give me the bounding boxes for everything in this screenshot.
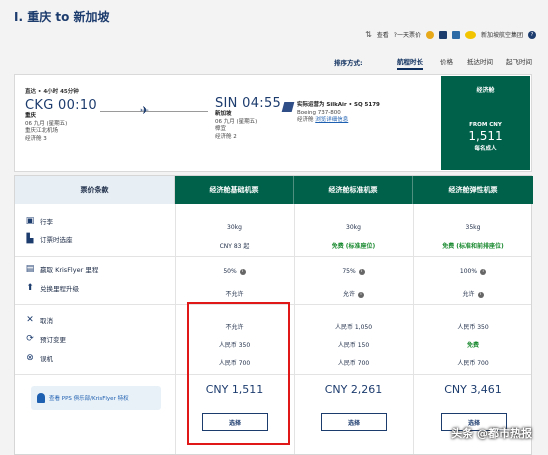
flex-baggage: 35kg [465,224,481,231]
standard-change: 人民币 150 [337,342,370,349]
fare-tile-per: 每名成人 [474,146,497,152]
select-standard-button[interactable]: 选择 [321,413,387,431]
condition-header: 票价条款 [15,176,175,204]
calendar-icon[interactable]: ⇅ [365,30,372,39]
row-seat: ▙ 订票时选座 [26,234,73,244]
highlight-box [187,302,290,445]
sort-option-price[interactable]: 价格 [440,56,453,66]
depart-airport: 重庆江北机场 [25,128,59,134]
cabin-label: 经济舱 [297,117,314,123]
arrival-block: . SIN 04:55 新加坡 06 九月 (星期五) 樟宜 经济舱 2 [215,87,281,141]
sort-option-arrival[interactable]: 抵达时间 [467,56,493,66]
silkair-logo-icon [281,102,295,112]
star-alliance-icon [425,30,434,39]
krisflyer-privileges-label: 查看 PPS 俱乐部/KrisFlyer 特权 [49,396,129,402]
fare-tile-amount: 1,511 [468,129,503,143]
standard-price: CNY 2,261 [324,383,383,396]
row-cancel: ✕ 取消 [26,315,53,325]
flex-miles: 100% [459,268,478,275]
airline-group-text[interactable]: 新加坡航空集团 [481,30,523,39]
route-line [100,111,208,112]
arrive-airport: 樟宜 [215,126,227,132]
info-icon[interactable]: i [239,268,246,275]
plane-icon: ✈ [140,104,150,117]
view-text: 查看 [376,32,389,39]
krisflyer-privileges-button[interactable]: 查看 PPS 俱乐部/KrisFlyer 特权 [31,386,161,410]
basic-miles: 50% [223,268,237,275]
upgrade-icon: ⬆ [26,283,34,293]
sort-bar: 排序方式: 航程时长 价格 抵达时间 起飞时间 [0,50,548,70]
fare-tile-from: FROM CNY [469,122,502,128]
standard-cancel: 人民币 1,050 [334,324,373,331]
depart-time: CKG 00:10 [25,98,97,113]
row-noshow: ⊗ 误机 [26,353,53,363]
flex-noshow: 人民币 700 [457,360,489,367]
noshow-icon: ⊗ [26,353,34,363]
arrive-terminal: 经济舱 2 [215,133,237,140]
aircraft-text: Boeing 737-800 [297,109,341,116]
top-utility-bar: ⇅ 查看 ?一天票价 新加坡航空集团 ? [0,26,548,44]
watermark: 头条 @都市热报 [451,427,532,440]
sort-label: 排序方式: [334,59,363,67]
change-icon: ⟳ [26,334,34,344]
standard-miles: 75% [342,268,356,275]
page-title: I. 重庆 to 新加坡 [14,10,110,24]
standard-noshow: 人民币 700 [337,360,370,367]
row-upgrade: ⬆ 兑换里程升级 [26,283,79,293]
row-miles: ▤ 赢取 KrisFlyer 里程 [25,264,99,274]
info-icon[interactable]: i [480,268,487,275]
operator-text: 实际运营为 SilkAir • SQ 5179 [297,102,380,108]
info-icon[interactable]: i [358,268,365,275]
prev-day-fare-text[interactable]: ?一天票价 [394,30,421,39]
arrive-date: 06 九月 (星期五) [215,118,258,125]
seat-icon: ▙ [26,234,34,244]
basic-upgrade: 不允许 [225,291,244,298]
help-icon[interactable]: ? [528,30,536,39]
basic-seat: CNY 83 起 [219,243,250,250]
info-icon[interactable]: i [358,291,364,298]
flight-details-link[interactable]: 浏览详细信息 [315,117,348,123]
row-baggage: ▣ 行李 [25,216,53,226]
column-header-flex: 经济舱弹性机票 [413,176,533,204]
cancel-icon: ✕ [26,315,34,325]
depart-city: 重庆 [25,113,37,119]
standard-baggage: 30kg [346,224,361,231]
depart-date: 06 九月 (星期五) [25,120,68,127]
flex-price: CNY 3,461 [444,383,502,396]
depart-terminal: 经济舱 3 [25,135,47,142]
sort-option-duration[interactable]: 航程时长 [397,56,423,70]
flex-change: 免费 [466,342,479,349]
arrive-city: 新加坡 [215,111,232,117]
krisflyer-icon: ▤ [25,264,35,274]
flex-upgrade: 允许 [462,291,475,298]
standard-seat: 免费 (标准座位) [331,243,376,250]
standard-upgrade: 允许 [342,291,355,298]
flex-seat: 免费 (标准和前排座位) [442,243,504,250]
ribbon-icon [37,393,45,403]
singapore-airlines-logo-icon [438,30,447,39]
arrive-time: SIN 04:55 [215,96,282,111]
basic-baggage: 30kg [227,224,242,231]
column-header-standard: 经济舱标准机票 [294,176,413,204]
flight-tag: 直达 • 4小时 45分钟 [25,89,79,95]
row-change: ⟳ 预订变更 [26,334,66,344]
departure-block: 直达 • 4小时 45分钟 CKG 00:10 重庆 06 九月 (星期五) 重… [25,87,97,143]
info-icon[interactable]: i [477,291,484,298]
scoot-logo-icon [464,30,476,39]
fare-tile-cabin: 经济舱 [476,87,495,94]
silkair-logo-icon [451,30,460,39]
sort-option-departure[interactable]: 起飞时间 [506,56,532,66]
economy-fare-tile[interactable]: 经济舱 FROM CNY 1,511 每名成人 [441,76,530,170]
flex-cancel: 人民币 350 [457,324,489,331]
baggage-icon: ▣ [25,216,35,226]
column-header-basic: 经济舱基础机票 [175,176,294,204]
